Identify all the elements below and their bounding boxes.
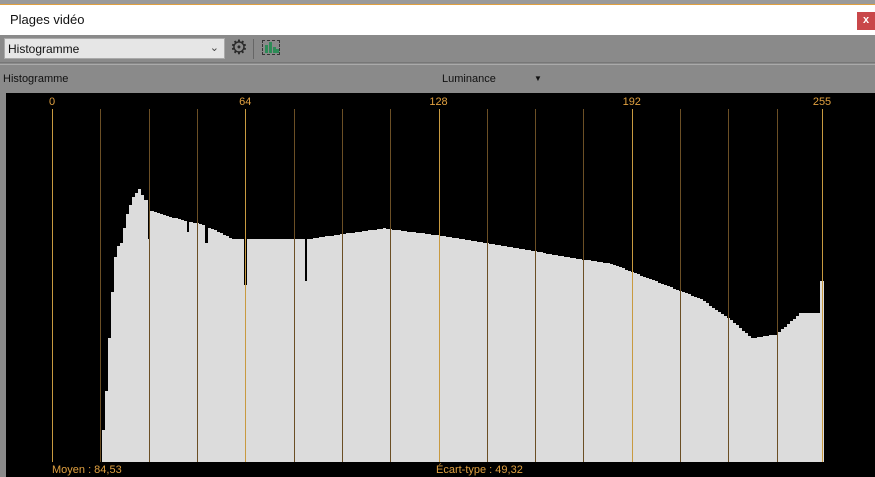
x-tick-label: 255 [812,96,832,108]
x-tick-label: 64 [239,96,252,108]
grid-line [390,109,392,462]
window-title: Plages vidéo [10,12,85,27]
grid-line [680,109,682,462]
grid-line [822,109,823,462]
grid-line [196,109,198,462]
chevron-down-icon: ⌄ [209,42,219,54]
toolbar: Histogramme ⌄ ⚙ [0,35,875,63]
x-tick-label: 192 [622,96,641,108]
histogram-chart: Moyen : 84,53 Écart-type : 49,32 0 64 128 1… [6,93,875,477]
grid-line [245,109,247,462]
view-select-value: Histogramme [8,42,80,56]
mean-label: Moyen : 84,53 [52,464,122,476]
toolbar-divider [253,39,254,59]
grid-line [728,109,730,462]
grid-line [535,109,537,462]
x-tick-label: 0 [48,96,56,108]
gear-icon[interactable]: ⚙ [230,38,248,58]
histogram-header: Histogramme Luminance ▼ [0,64,875,93]
grid-line [631,109,633,462]
title-bar: Plages vidéo x [0,5,875,35]
view-select[interactable]: Histogramme ⌄ [4,38,225,59]
caret-down-icon[interactable]: ▼ [534,74,542,83]
grid-line [438,109,440,462]
x-tick-label: 128 [429,96,448,108]
grid-line [341,109,343,462]
histogram-icon[interactable] [262,40,280,55]
grid-line [583,109,585,462]
histogram-label: Histogramme [3,73,69,85]
grid-line [148,109,150,462]
grid-line [776,109,778,462]
grid-line [100,109,102,462]
stddev-label: Écart-type : 49,32 [436,464,523,476]
grid-line [293,109,295,462]
channel-select[interactable]: Luminance [442,73,496,85]
grid-line [486,109,488,462]
close-button[interactable]: x [857,12,875,30]
grid-line [52,109,53,462]
